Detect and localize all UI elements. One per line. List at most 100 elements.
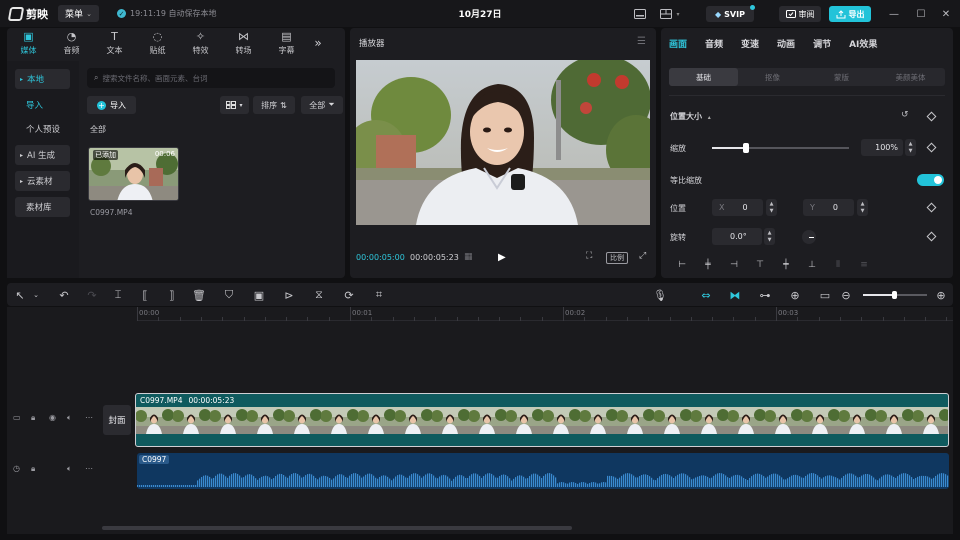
position-y-stepper[interactable]: ▲ ▼ [857, 199, 868, 216]
more-tabs-icon[interactable]: » [308, 28, 328, 58]
timeline-zoom-slider[interactable] [863, 291, 927, 299]
zoom-slider-knob[interactable] [892, 291, 897, 299]
inspector-subtab[interactable]: 蒙版 [807, 68, 876, 86]
shield-icon[interactable]: ⛉ [222, 288, 236, 302]
screenshot-icon[interactable]: ⛶ [586, 251, 592, 261]
speaker-icon[interactable]: 🔈︎ [67, 413, 72, 423]
play-icon[interactable]: ▶ [498, 252, 506, 263]
side-nav-item[interactable]: 个人预设 [15, 119, 70, 139]
menu-button[interactable]: 菜单 ⌄ [58, 5, 99, 22]
fullscreen-icon[interactable]: ⤢ [639, 251, 646, 261]
align-center-vertical-icon[interactable]: ┿ [773, 260, 799, 270]
delete-left-icon[interactable]: ⟦ [138, 288, 152, 302]
inspector-subtab[interactable]: 基础 [669, 68, 738, 86]
import-button[interactable]: + 导入 [87, 96, 136, 114]
mirror-icon[interactable]: ⧖ [312, 288, 326, 302]
reset-icon[interactable]: ↺ [901, 110, 909, 120]
inspector-tab[interactable]: 动画 [777, 37, 795, 50]
media-tab[interactable]: ⋈ 转场 [222, 28, 265, 58]
microphone-icon[interactable]: 🎙 [653, 288, 667, 302]
side-nav-item[interactable]: 导入 [15, 95, 70, 115]
auto-snap-icon[interactable]: ⧓ [726, 288, 744, 302]
svip-button[interactable]: ◆ SVIP [706, 6, 754, 22]
picture-in-picture-icon[interactable]: ▭ [816, 288, 834, 302]
export-button[interactable]: 导出 [829, 6, 871, 22]
delete-right-icon[interactable]: ⟧ [165, 288, 179, 302]
trash-icon[interactable]: 🗑 [192, 288, 206, 302]
layout-icon[interactable]: ▾ [657, 7, 683, 21]
align-center-horizontal-icon[interactable]: ╪ [695, 260, 721, 270]
aspect-ratio-button[interactable]: 比例 [606, 252, 628, 264]
side-nav-item[interactable]: ▸ AI 生成 [15, 145, 70, 165]
lock-icon[interactable]: 🔒︎ [31, 464, 35, 474]
media-tab[interactable]: ▣ 媒体 [7, 28, 50, 58]
inspector-tab[interactable]: 调节 [813, 37, 831, 50]
position-y-field[interactable]: Y 0 [803, 199, 854, 216]
zoom-out-icon[interactable]: ⊖ [839, 288, 853, 302]
media-clip-thumbnail[interactable]: 已添加 00:06 [88, 147, 179, 201]
scale-stepper[interactable]: ▲ ▼ [905, 139, 916, 156]
minimize-icon[interactable]: — [886, 7, 902, 21]
scale-field[interactable]: 100% [861, 139, 903, 156]
menu-icon[interactable]: ☰ [637, 36, 646, 47]
lock-icon[interactable]: 🔒︎ [31, 413, 35, 423]
timeline-horizontal-scrollbar[interactable] [102, 526, 572, 530]
inspector-tab[interactable]: 画面 [669, 37, 687, 50]
media-tab[interactable]: T 文本 [93, 28, 136, 58]
close-icon[interactable]: ✕ [938, 7, 954, 21]
video-preview[interactable] [356, 60, 650, 225]
distribute-vertical-icon[interactable]: ≡ [851, 260, 877, 270]
reverse-play-icon[interactable]: ⊳ [282, 288, 296, 302]
align-left-icon[interactable]: ⊢ [669, 260, 695, 270]
select-cursor-icon[interactable]: ↖ [13, 288, 27, 302]
maximize-icon[interactable]: ☐ [913, 7, 929, 21]
time-ruler[interactable]: 00:00 00:01 00:02 00:03 [137, 307, 953, 321]
rotation-stepper[interactable]: ▲ ▼ [764, 228, 775, 245]
media-tab[interactable]: ◔ 音频 [50, 28, 93, 58]
side-nav-item[interactable]: ▸ 本地 [15, 69, 70, 89]
preview-axis-icon[interactable]: ⊕ [786, 288, 804, 302]
position-x-field[interactable]: X 0 [712, 199, 763, 216]
filter-button[interactable]: 全部 ⏷ [301, 96, 343, 114]
cover-button[interactable]: 封面 [103, 405, 131, 435]
chevron-down-icon[interactable]: ⌄ [29, 288, 43, 302]
review-button[interactable]: 审阅 [779, 6, 821, 22]
view-mode-button[interactable]: ▾ [220, 96, 249, 114]
crop-icon[interactable]: ⌗ [372, 288, 386, 302]
scale-slider-knob[interactable] [743, 143, 750, 153]
media-tab[interactable]: ▤ 字幕 [265, 28, 308, 58]
media-tab[interactable]: ◌ 贴纸 [136, 28, 179, 58]
side-nav-item[interactable]: 素材库 [15, 197, 70, 217]
rotation-dial[interactable] [802, 230, 816, 244]
split-icon[interactable]: ⌶ [111, 288, 125, 302]
keyframe-icon[interactable] [926, 231, 937, 242]
redo-icon[interactable]: ↷ [85, 288, 99, 302]
side-nav-item[interactable]: ▸ 云素材 [15, 171, 70, 191]
video-clip[interactable]: C0997.MP4 00:00:05:23 [135, 393, 949, 447]
freeze-frame-icon[interactable]: ▣ [252, 288, 266, 302]
undo-icon[interactable]: ↶ [57, 288, 71, 302]
media-search-input[interactable]: ⌕ 搜索文件名称、画面元素、台词 [87, 68, 335, 88]
uniform-scale-toggle[interactable] [917, 174, 944, 186]
speaker-icon[interactable]: 🔈︎ [67, 464, 72, 474]
align-bottom-icon[interactable]: ⊥ [799, 260, 825, 270]
keyframe-icon[interactable] [926, 202, 937, 213]
rotate-icon[interactable]: ⟳ [342, 288, 356, 302]
scale-slider[interactable] [712, 143, 849, 153]
inspector-tab[interactable]: 音频 [705, 37, 723, 50]
position-x-stepper[interactable]: ▲ ▼ [766, 199, 777, 216]
link-icon[interactable]: ⊶ [756, 288, 774, 302]
rotation-field[interactable]: 0.0° [712, 228, 762, 245]
more-icon[interactable]: ⋯ [85, 413, 93, 422]
sort-button[interactable]: 排序 ⇅ [253, 96, 295, 114]
main-track-magnet-icon[interactable]: ⇔ [697, 288, 715, 302]
inspector-subtab[interactable]: 美颜美体 [876, 68, 945, 86]
inspector-tab[interactable]: 变速 [741, 37, 759, 50]
align-right-icon[interactable]: ⊣ [721, 260, 747, 270]
chevron-up-icon[interactable]: ▴ [708, 114, 711, 121]
zoom-in-icon[interactable]: ⊕ [934, 288, 948, 302]
media-tab[interactable]: ✧ 特效 [179, 28, 222, 58]
keyframe-icon[interactable] [926, 142, 937, 153]
distribute-horizontal-icon[interactable]: ⫴ [825, 260, 851, 270]
audio-clip[interactable]: C0997 [137, 453, 949, 489]
